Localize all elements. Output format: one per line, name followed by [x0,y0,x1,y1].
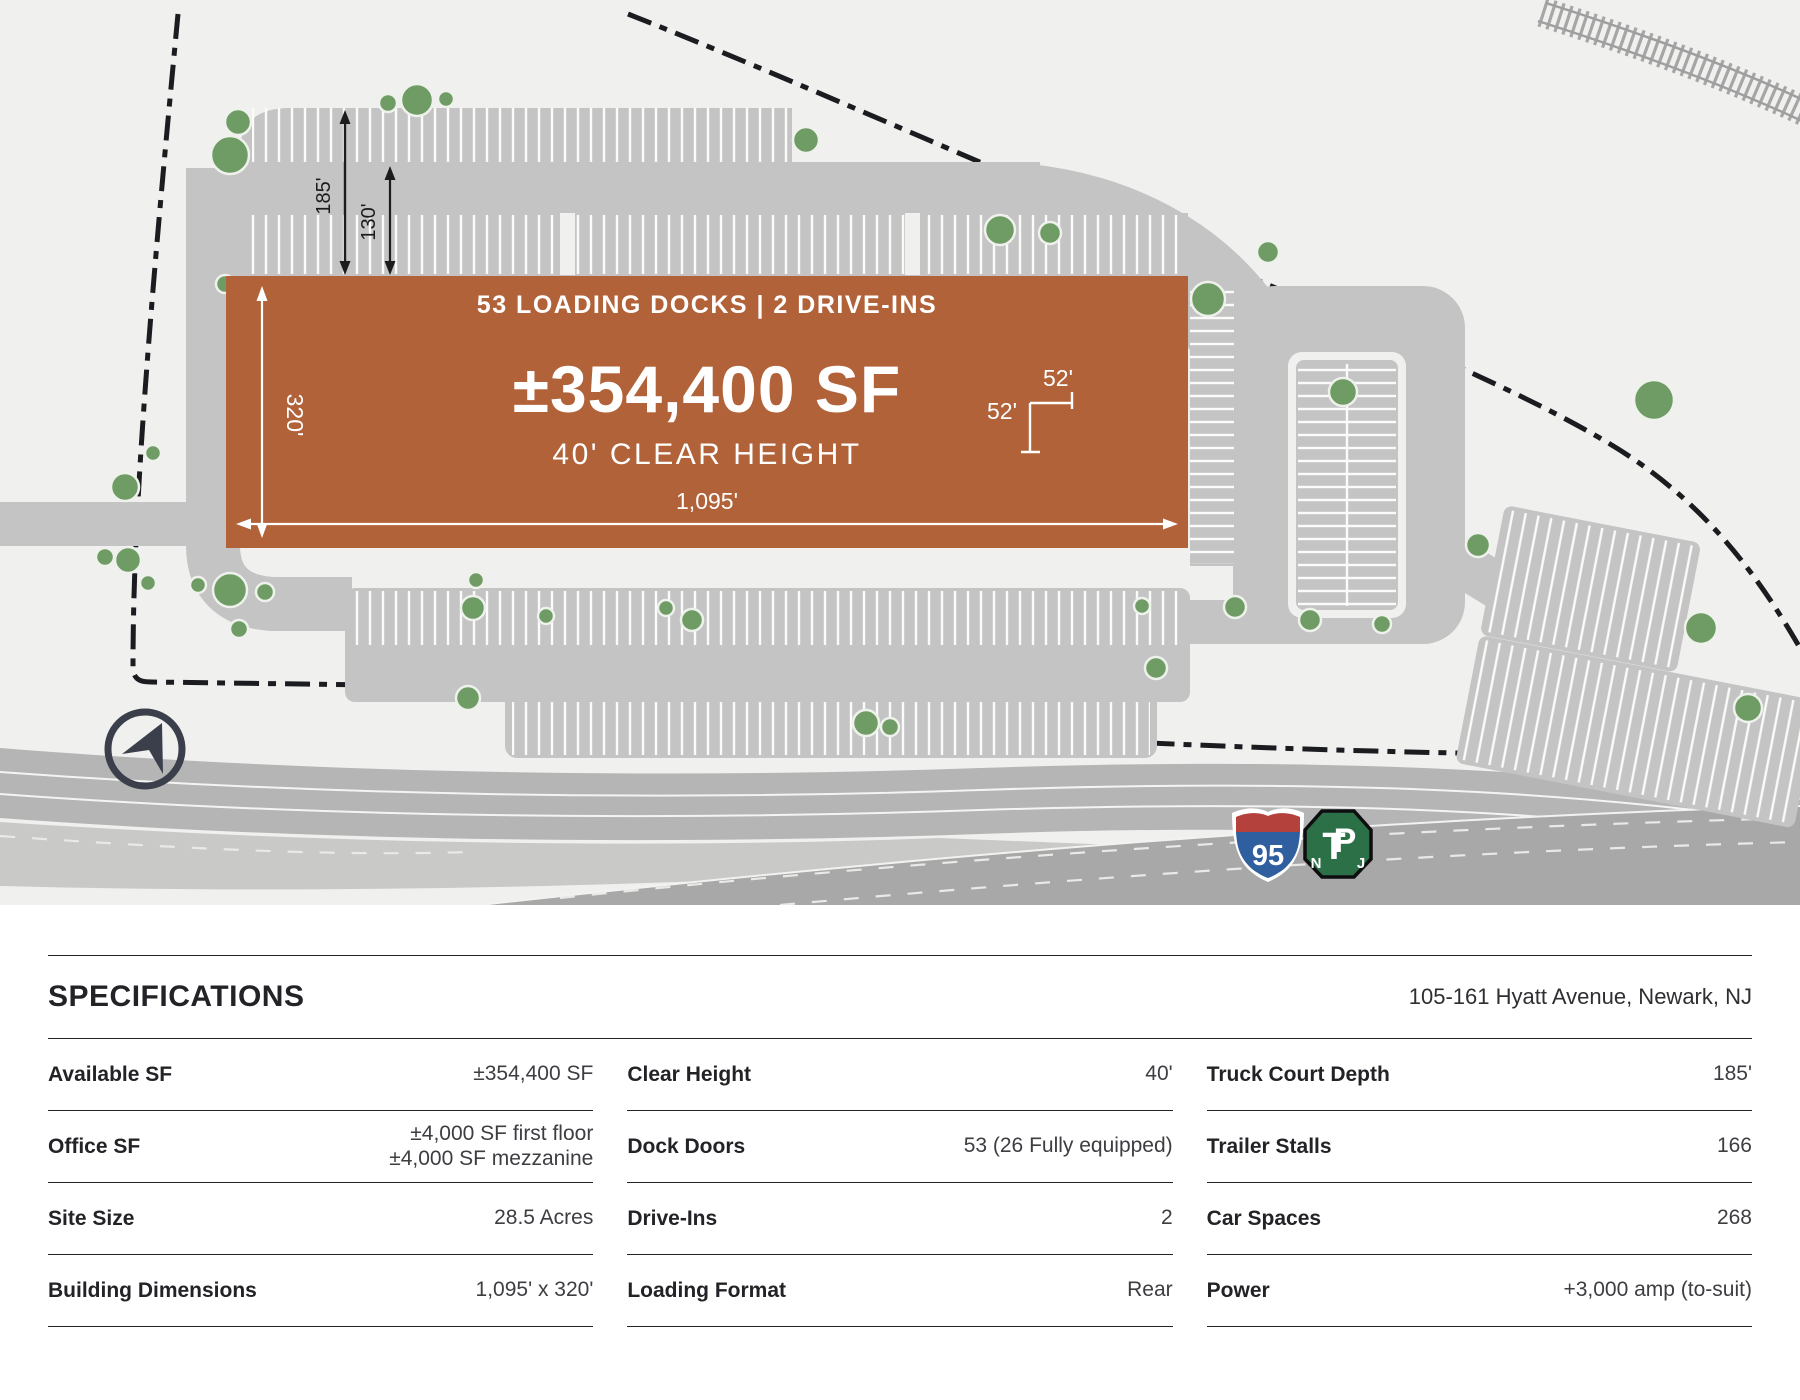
spec-value: 2 [1161,1206,1173,1230]
spec-value: ±354,400 SF [473,1062,593,1086]
dock-depth-label: 130' [358,203,380,240]
svg-text:95: 95 [1252,840,1284,872]
specifications-section: SPECIFICATIONS 105-161 Hyatt Avenue, New… [48,955,1752,1327]
spec-row-car-spaces: Car Spaces 268 [1207,1183,1752,1255]
spec-row-site-size: Site Size 28.5 Acres [48,1183,593,1255]
spec-label: Clear Height [627,1063,751,1087]
spec-row-available-sf: Available SF ±354,400 SF [48,1039,593,1111]
spec-row-office-sf: Office SF ±4,000 SF first floor ±4,000 S… [48,1111,593,1183]
spec-label: Building Dimensions [48,1279,257,1303]
spec-label: Dock Doors [627,1135,745,1159]
spec-label: Truck Court Depth [1207,1063,1390,1087]
spec-label: Available SF [48,1063,172,1087]
spec-value: +3,000 amp (to-suit) [1563,1278,1752,1302]
spec-value: 185' [1713,1062,1752,1086]
spec-row-building-dimensions: Building Dimensions 1,095' x 320' [48,1255,593,1327]
spec-row-trailer-stalls: Trailer Stalls 166 [1207,1111,1752,1183]
svg-text:N: N [1311,855,1322,872]
page-title: SPECIFICATIONS [48,980,304,1014]
svg-text:T: T [1322,826,1345,868]
specs-grid: Available SF ±354,400 SF Office SF ±4,00… [48,1039,1752,1327]
svg-text:320': 320' [282,394,308,437]
building-docks-label: 53 LOADING DOCKS | 2 DRIVE-INS [477,291,937,319]
spec-label: Car Spaces [1207,1207,1321,1231]
spec-row-dock-doors: Dock Doors 53 (26 Fully equipped) [627,1111,1172,1183]
spec-row-truck-court-depth: Truck Court Depth 185' [1207,1039,1752,1111]
svg-text:1,095': 1,095' [676,488,738,514]
nj-turnpike-shield-icon: P T N J [1305,811,1371,877]
building: 53 LOADING DOCKS | 2 DRIVE-INS ±354,400 … [226,276,1188,548]
spec-row-drive-ins: Drive-Ins 2 [627,1183,1172,1255]
spec-value: 268 [1717,1206,1752,1230]
spec-value: 40' [1145,1062,1172,1086]
truck-court-depth-label: 185' [313,177,335,214]
spec-row-power: Power +3,000 amp (to-suit) [1207,1255,1752,1327]
spec-label: Trailer Stalls [1207,1135,1332,1159]
spec-value: Rear [1127,1278,1173,1302]
spec-value: ±4,000 SF first floor ±4,000 SF mezzanin… [389,1122,593,1170]
spec-row-loading-format: Loading Format Rear [627,1255,1172,1327]
bay-spacing-left-label: 52' [987,398,1017,424]
bay-spacing-top-label: 52' [1043,365,1073,391]
spec-value: 28.5 Acres [494,1206,593,1230]
spec-label: Loading Format [627,1279,786,1303]
spec-value: 1,095' x 320' [476,1278,594,1302]
building-clear-height-label: 40' CLEAR HEIGHT [552,438,861,471]
property-address: 105-161 Hyatt Avenue, Newark, NJ [1409,984,1752,1010]
site-plan: 53 LOADING DOCKS | 2 DRIVE-INS ±354,400 … [0,0,1800,905]
specs-header: SPECIFICATIONS 105-161 Hyatt Avenue, New… [48,956,1752,1039]
specs-column-1: Available SF ±354,400 SF Office SF ±4,00… [48,1039,593,1327]
spec-row-clear-height: Clear Height 40' [627,1039,1172,1111]
specs-column-3: Truck Court Depth 185' Trailer Stalls 16… [1207,1039,1752,1327]
site-plan-svg: 53 LOADING DOCKS | 2 DRIVE-INS ±354,400 … [0,0,1800,905]
spec-label: Drive-Ins [627,1207,717,1231]
building-size-label: ±354,400 SF [513,352,901,426]
spec-label: Site Size [48,1207,134,1231]
spec-value: 166 [1717,1134,1752,1158]
spec-label: Power [1207,1279,1270,1303]
specs-column-2: Clear Height 40' Dock Doors 53 (26 Fully… [627,1039,1172,1327]
svg-text:J: J [1357,855,1365,872]
spec-label: Office SF [48,1135,140,1159]
spec-value: 53 (26 Fully equipped) [964,1134,1173,1158]
